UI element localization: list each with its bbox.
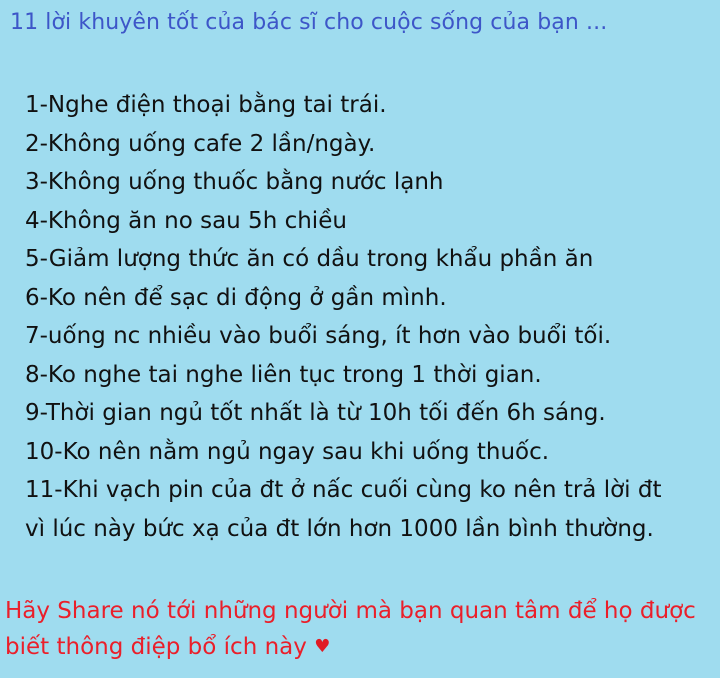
advice-item: 4-Không ăn no sau 5h chiều (25, 207, 347, 234)
share-message: Hãy Share nó tới những người mà bạn quan… (5, 594, 713, 665)
advice-item: 9-Thời gian ngủ tốt nhất là từ 10h tối đ… (25, 400, 606, 426)
heart-icon: ♥ (314, 636, 331, 657)
advice-item: 2-Không uống cafe 2 lần/ngày. (25, 130, 376, 157)
advice-item: 8-Ko nghe tai nghe liên tục trong 1 thời… (25, 361, 542, 388)
advice-item: 1-Nghe điện thoại bằng tai trái. (25, 92, 387, 118)
advice-item: 11-Khi vạch pin của đt ở nấc cuối cùng k… (25, 477, 662, 542)
post-title: 11 lời khuyên tốt của bác sĩ cho cuộc số… (10, 10, 608, 35)
share-message-text: Hãy Share nó tới những người mà bạn quan… (5, 598, 696, 660)
advice-item: 5-Giảm lượng thức ăn có dầu trong khẩu p… (25, 246, 594, 272)
advice-item: 10-Ko nên nằm ngủ ngay sau khi uống thuố… (25, 438, 550, 465)
advice-list: 1-Nghe điện thoại bằng tai trái. 2-Không… (25, 86, 665, 548)
advice-item: 7-uống nc nhiều vào buổi sáng, ít hơn và… (25, 323, 612, 349)
advice-card: 11 lời khuyên tốt của bác sĩ cho cuộc số… (0, 0, 720, 678)
advice-item: 6-Ko nên để sạc di động ở gần mình. (25, 284, 447, 311)
advice-item: 3-Không uống thuốc bằng nước lạnh (25, 169, 444, 195)
